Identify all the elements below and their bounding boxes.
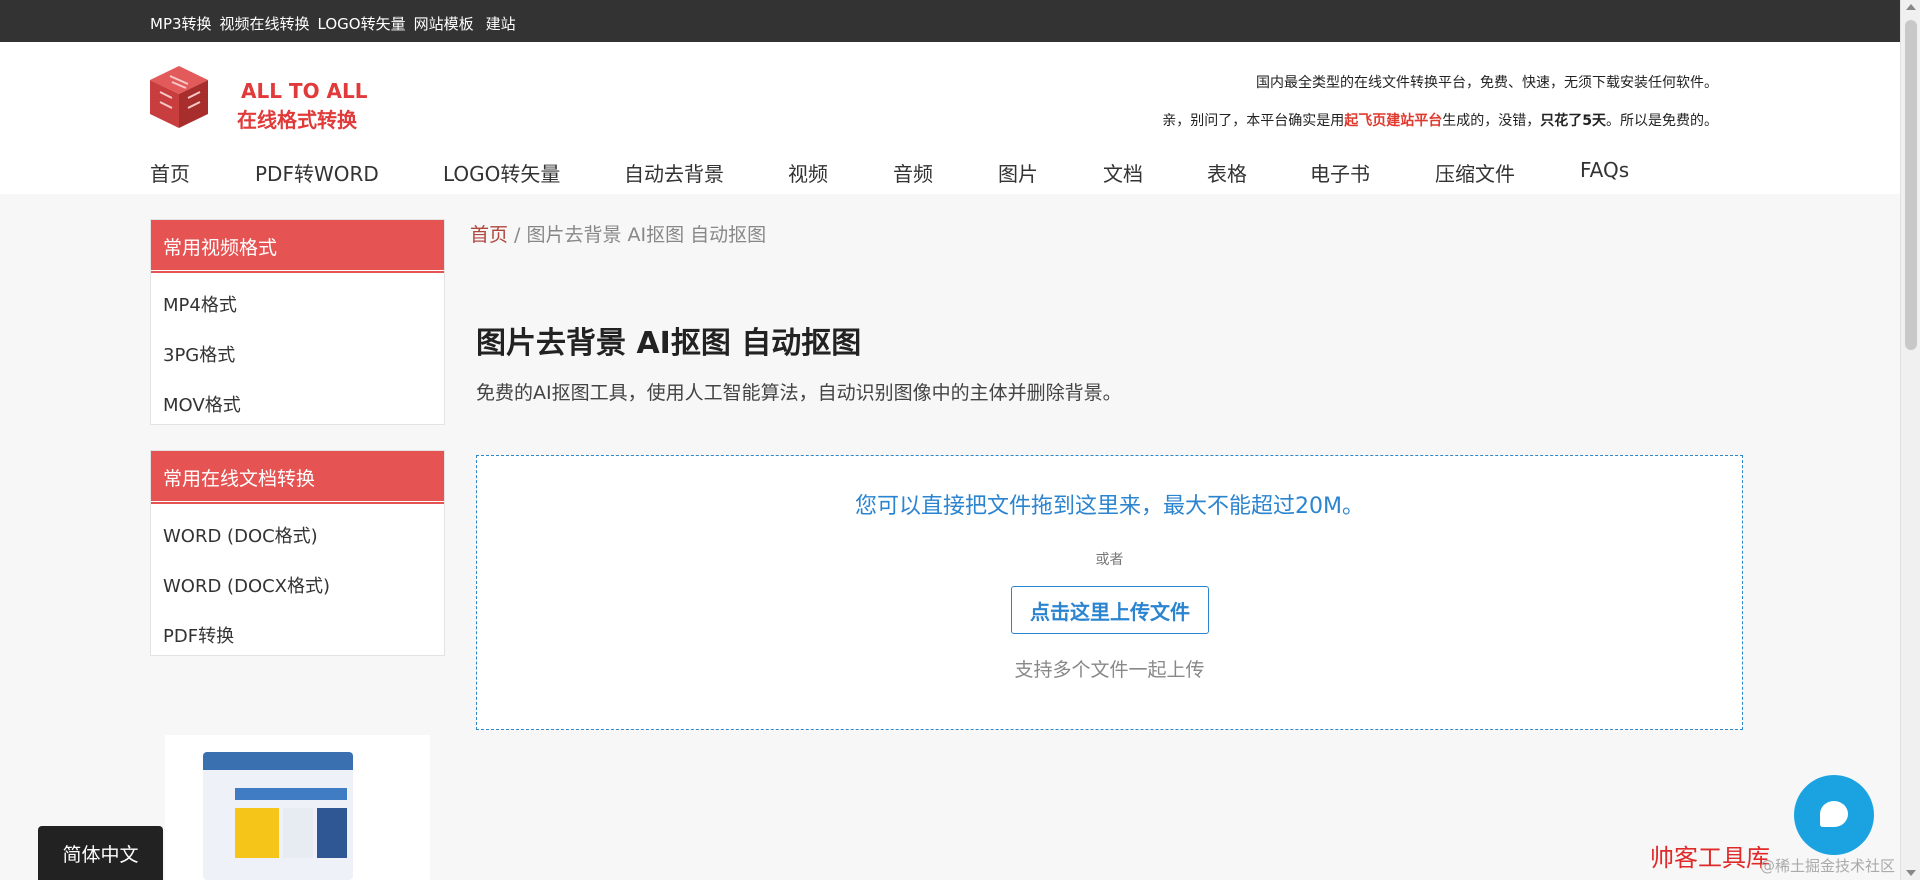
notice-text: 亲，别问了，本平台确实是用起飞页建站平台生成的，没错，只花了5天。所以是免费的。 [1162,110,1718,130]
brand-name-en: ALL TO ALL [241,79,368,103]
nav-item-archive[interactable]: 压缩文件 [1435,158,1515,187]
logo-cube-icon[interactable] [148,64,210,130]
breadcrumb-home[interactable]: 首页 [470,224,508,246]
notice-middle: 生成的，没错， [1442,113,1541,129]
upload-tip: 您可以直接把文件拖到这里来，最大不能超过20M。 [855,494,1364,519]
upload-multi-note: 支持多个文件一起上传 [1014,659,1205,681]
sidebar-item-mov[interactable]: MOV格式 [151,378,444,428]
illustration-coat-card [317,808,347,858]
scroll-up-arrow-icon[interactable] [1906,4,1916,10]
sidebar-doc-conversion: 常用在线文档转换 WORD (DOC格式) WORD (DOCX格式) PDF转… [150,450,445,656]
sidebar-item-mp4[interactable]: MP4格式 [151,278,444,328]
sidebar-item-pdf[interactable]: PDF转换 [151,609,444,659]
nav-item-faqs[interactable]: FAQs [1580,158,1629,182]
nav-item-sheet[interactable]: 表格 [1207,158,1247,187]
language-switcher[interactable]: 简体中文 [38,826,163,880]
nav-item-logo-vector[interactable]: LOGO转矢量 [443,158,560,187]
illustration-banner [235,788,347,800]
nav-item-home[interactable]: 首页 [150,158,190,187]
sidebar-doc-title: 常用在线文档转换 [151,451,444,504]
brand-name-cn: 在线格式转换 [237,108,357,132]
notice-prefix: 亲，别问了，本平台确实是用 [1162,113,1345,129]
site-header: ALL TO ALL 在线格式转换 国内最全类型的在线文件转换平台，免费、快速，… [0,42,1900,194]
sidebar-video-list: MP4格式 3PG格式 MOV格式 [151,270,444,428]
notice-bold: 只花了5天 [1540,113,1606,129]
page-title: 图片去背景 AI抠图 自动抠图 [476,326,862,361]
illustration-shoe-card [283,808,313,858]
watermark-community: @稀土掘金技术社区 [1760,857,1896,875]
watermark-brand: 帅客工具库 [1650,844,1770,872]
scroll-thumb[interactable] [1905,20,1917,350]
top-link-video[interactable]: 视频在线转换 [220,13,310,34]
illustration-header [203,752,353,770]
notice-suffix: 。所以是免费的。 [1606,113,1718,129]
sidebar-doc-list: WORD (DOC格式) WORD (DOCX格式) PDF转换 [151,501,444,659]
nav-item-document[interactable]: 文档 [1103,158,1143,187]
promo-illustration [165,735,430,880]
sidebar-item-3pg[interactable]: 3PG格式 [151,328,444,378]
top-bar: MP3转换 视频在线转换 LOGO转矢量 网站模板 建站 [0,0,1920,42]
top-link-mp3[interactable]: MP3转换 [150,13,212,34]
chat-button[interactable] [1794,775,1874,855]
nav-item-remove-bg[interactable]: 自动去背景 [624,158,724,187]
page-scrollbar[interactable] [1900,0,1920,880]
nav-item-video[interactable]: 视频 [788,158,828,187]
upload-button[interactable]: 点击这里上传文件 [1011,586,1209,634]
page-description: 免费的AI抠图工具，使用人工智能算法，自动识别图像中的主体并删除背景。 [476,382,1122,404]
nav-item-pdf-word[interactable]: PDF转WORD [255,158,379,187]
illustration-screen [203,752,353,880]
sidebar-video-title: 常用视频格式 [151,220,444,273]
chat-bubble-icon [1820,801,1848,827]
breadcrumb-separator: / [508,224,527,246]
breadcrumb: 首页 / 图片去背景 AI抠图 自动抠图 [470,220,766,247]
nav-item-image[interactable]: 图片 [998,158,1038,187]
illustration-bag-card [235,808,279,858]
top-links: MP3转换 视频在线转换 LOGO转矢量 网站模板 建站 [150,13,524,34]
top-link-template[interactable]: 网站模板 [414,13,474,34]
scroll-down-arrow-icon[interactable] [1906,870,1916,876]
nav-item-ebook[interactable]: 电子书 [1310,158,1370,187]
sidebar-video-formats: 常用视频格式 MP4格式 3PG格式 MOV格式 [150,219,445,425]
sidebar-item-doc[interactable]: WORD (DOC格式) [151,509,444,559]
upload-or: 或者 [1095,552,1124,568]
top-link-build[interactable]: 建站 [486,13,516,34]
breadcrumb-current: 图片去背景 AI抠图 自动抠图 [526,224,767,246]
nav-item-audio[interactable]: 音频 [893,158,933,187]
upload-dropzone[interactable]: 您可以直接把文件拖到这里来，最大不能超过20M。 或者 点击这里上传文件 支持多… [476,455,1743,730]
slogan-text: 国内最全类型的在线文件转换平台，免费、快速，无须下载安装任何软件。 [1256,75,1718,91]
platform-link[interactable]: 起飞页建站平台 [1344,113,1442,129]
top-link-logo[interactable]: LOGO转矢量 [318,13,406,34]
sidebar-item-docx[interactable]: WORD (DOCX格式) [151,559,444,609]
